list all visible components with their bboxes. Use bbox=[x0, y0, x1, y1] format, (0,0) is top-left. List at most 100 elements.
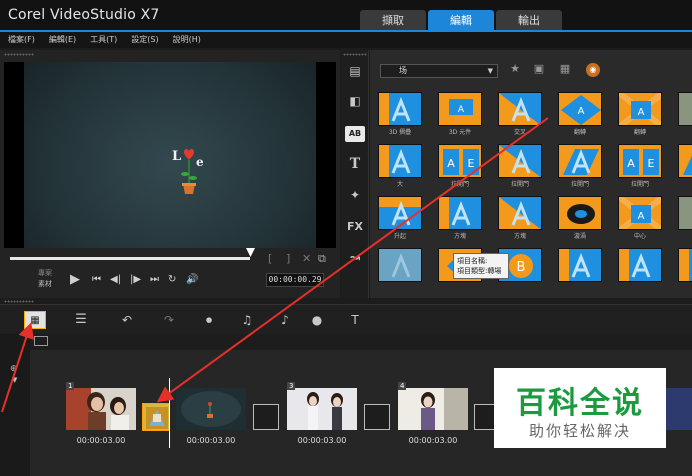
chevron-down-icon[interactable]: ▼ bbox=[12, 376, 17, 384]
project-view-icon[interactable] bbox=[34, 336, 48, 346]
svg-text:A: A bbox=[638, 211, 645, 222]
transition-thumbnail[interactable]: A bbox=[438, 92, 482, 126]
storyboard-clip[interactable]: 00:00:03.00 bbox=[176, 382, 246, 452]
storyboard-clip[interactable]: 4 00:00:03.00 bbox=[398, 382, 468, 452]
transition-icon[interactable]: AB bbox=[345, 126, 365, 142]
clip-number: 3 bbox=[287, 382, 296, 390]
mode-clip-label[interactable]: 素材 bbox=[38, 279, 52, 290]
svg-text:e: e bbox=[196, 155, 204, 169]
transition-thumbnail-label: 方塊 bbox=[513, 233, 526, 240]
svg-text:L: L bbox=[172, 149, 181, 164]
transition-thumbnail[interactable]: AE bbox=[438, 144, 482, 178]
title-icon[interactable]: T bbox=[345, 156, 365, 172]
mark-in-icon[interactable]: [ bbox=[268, 252, 272, 265]
play-icon[interactable]: ▶ bbox=[70, 272, 80, 287]
storyboard-view-icon[interactable]: ▦ bbox=[24, 311, 46, 329]
transition-thumbnail[interactable] bbox=[558, 248, 602, 282]
transition-thumbnail-label: 拉開門 bbox=[630, 181, 649, 188]
tab-share[interactable]: 輸出 bbox=[496, 10, 562, 31]
menu-file[interactable]: 檔案(F) bbox=[8, 32, 35, 48]
svg-text:E: E bbox=[468, 157, 475, 170]
end-icon[interactable]: ⏭ bbox=[150, 274, 159, 285]
scrub-track[interactable] bbox=[10, 257, 250, 260]
transition-thumbnail-label: 3D 元件 bbox=[448, 129, 472, 136]
transition-thumbnail[interactable] bbox=[438, 196, 482, 230]
transition-thumbnail-label: 翻轉 bbox=[573, 129, 586, 136]
undo-icon[interactable]: ↶ bbox=[116, 311, 138, 329]
repeat-icon[interactable]: ↻ bbox=[168, 274, 176, 285]
category-select[interactable]: 场 ▼ bbox=[380, 64, 498, 78]
volume-icon[interactable]: 🔊 bbox=[186, 274, 198, 285]
menu-edit[interactable]: 編輯(E) bbox=[49, 32, 76, 48]
transition-thumbnail[interactable] bbox=[618, 248, 662, 282]
panel-grip[interactable] bbox=[4, 300, 34, 303]
transition-thumbnail[interactable] bbox=[558, 144, 602, 178]
transition-slot[interactable] bbox=[253, 404, 279, 430]
next-frame-icon[interactable]: |▶ bbox=[130, 274, 141, 285]
tab-capture[interactable]: 擷取 bbox=[360, 10, 426, 31]
timecode-display[interactable]: 00:00:00.29 bbox=[266, 273, 324, 287]
transition-thumbnail[interactable] bbox=[678, 248, 692, 282]
get-more-content-icon[interactable]: ◉ bbox=[586, 63, 600, 77]
transition-thumbnail[interactable] bbox=[558, 196, 602, 230]
tab-edit[interactable]: 編輯 bbox=[428, 10, 494, 31]
redo-icon[interactable]: ↷ bbox=[158, 311, 180, 329]
clip-number: 4 bbox=[398, 382, 407, 390]
clip-duration: 00:00:03.00 bbox=[186, 436, 236, 445]
clip-number: 1 bbox=[66, 382, 75, 390]
audio-mixer-icon[interactable]: ♫ bbox=[236, 311, 258, 329]
expand-icon[interactable]: ⧉ bbox=[318, 252, 326, 266]
apply-random-icon[interactable]: ▣ bbox=[530, 62, 548, 78]
previous-frame-icon[interactable]: ◀| bbox=[110, 274, 121, 285]
mark-out-icon[interactable]: ] bbox=[286, 252, 290, 265]
clip-partial-thumbnail[interactable] bbox=[666, 388, 692, 430]
apply-current-icon[interactable]: ▦ bbox=[556, 62, 574, 78]
transition-thumbnail[interactable] bbox=[378, 92, 422, 126]
transition-thumbnail[interactable]: AE bbox=[618, 144, 662, 178]
transition-thumbnail[interactable] bbox=[498, 144, 542, 178]
panel-grip[interactable] bbox=[343, 53, 367, 56]
add-to-favorites-icon[interactable]: ★ bbox=[506, 62, 524, 78]
transition-thumbnail[interactable] bbox=[378, 144, 422, 178]
transition-thumbnail[interactable] bbox=[678, 196, 692, 230]
transition-thumbnail[interactable]: A bbox=[558, 92, 602, 126]
transition-thumbnail[interactable] bbox=[498, 92, 542, 126]
menu-settings[interactable]: 設定(S) bbox=[131, 32, 158, 48]
menu-help[interactable]: 說明(H) bbox=[173, 32, 201, 48]
graphic-icon[interactable]: ✦ bbox=[345, 188, 365, 204]
zoom-icon[interactable]: ⊕ bbox=[10, 364, 18, 374]
record-capture-icon[interactable]: ⏺ bbox=[198, 311, 220, 329]
filter-icon[interactable]: FX bbox=[345, 220, 365, 236]
menu-tools[interactable]: 工具(T) bbox=[90, 32, 117, 48]
panel-grip[interactable] bbox=[4, 53, 34, 56]
transition-thumbnail-label: 拉開門 bbox=[450, 181, 469, 188]
mode-tabs: 擷取 編輯 輸出 bbox=[360, 10, 564, 31]
play-mode-labels[interactable]: 專案 素材 bbox=[38, 268, 52, 290]
transition-thumbnail[interactable] bbox=[678, 92, 692, 126]
transition-slot[interactable] bbox=[364, 404, 390, 430]
auto-music-icon[interactable]: ♪ bbox=[274, 311, 296, 329]
transition-thumbnail[interactable] bbox=[678, 144, 692, 178]
transition-thumbnail[interactable]: A bbox=[618, 196, 662, 230]
item-tooltip: 項目名稱: 項目類型:轉場 bbox=[453, 253, 509, 279]
path-icon[interactable]: ↝ bbox=[345, 250, 365, 266]
playhead[interactable] bbox=[169, 378, 170, 448]
transition-thumbnail-label: 交叉 bbox=[513, 129, 526, 136]
mode-project-label[interactable]: 專案 bbox=[38, 268, 52, 279]
transition-thumbnail[interactable] bbox=[378, 248, 422, 282]
applied-transition[interactable] bbox=[142, 403, 170, 431]
motion-tracking-icon[interactable]: ● bbox=[306, 311, 328, 329]
storyboard-clip[interactable]: 1 00:00:03.00 bbox=[66, 382, 136, 452]
storyboard-clip[interactable]: 3 00:00:03.00 bbox=[287, 382, 357, 452]
instant-project-icon[interactable]: ◧ bbox=[345, 94, 365, 110]
media-icon[interactable]: ▤ bbox=[345, 64, 365, 80]
timeline-view-icon[interactable]: ☰ bbox=[70, 311, 92, 329]
split-icon[interactable]: ✕ bbox=[302, 252, 311, 265]
transition-thumbnail-label: 方塊 bbox=[453, 233, 466, 240]
scrub-handle[interactable] bbox=[246, 248, 255, 257]
subtitle-editor-icon[interactable]: T bbox=[344, 311, 366, 329]
transition-thumbnail[interactable] bbox=[378, 196, 422, 230]
transition-thumbnail[interactable] bbox=[498, 196, 542, 230]
home-icon[interactable]: ⏮ bbox=[92, 274, 101, 285]
transition-thumbnail[interactable]: A bbox=[618, 92, 662, 126]
